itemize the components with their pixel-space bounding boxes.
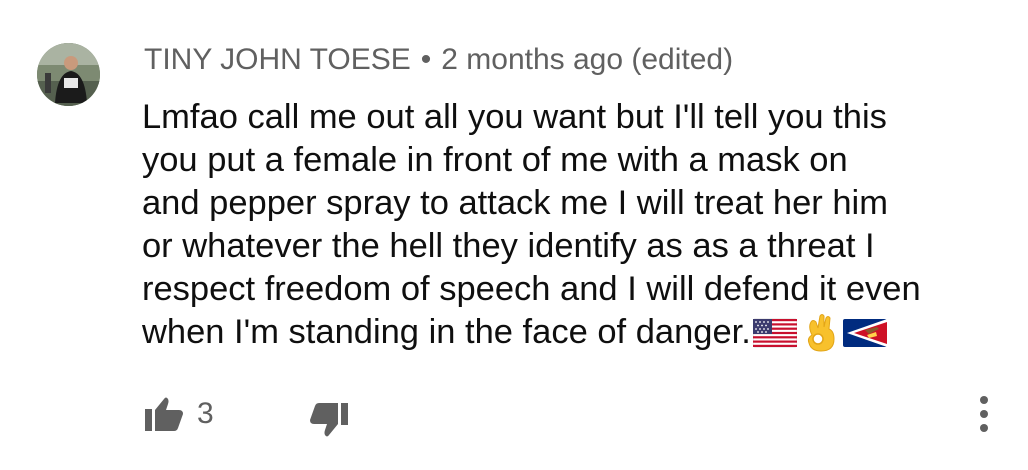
meta-separator: •: [420, 43, 432, 76]
ok-hand-emoji: [807, 314, 835, 352]
avatar-photo: [37, 43, 100, 106]
us-flag-emoji: [752, 318, 797, 348]
author-name[interactable]: TINY JOHN TOESE: [144, 43, 411, 76]
like-button[interactable]: [143, 392, 185, 434]
comment-body: Lmfao call me out all you want but I'll …: [142, 96, 1002, 354]
comment-line: when I'm standing in the face of danger.: [142, 313, 751, 351]
comment-timestamp[interactable]: 2 months ago (edited): [441, 43, 733, 76]
comment-line: you put a female in front of me with a m…: [142, 141, 848, 179]
thumbs-down-icon: [310, 403, 348, 437]
comment-line: respect freedom of speech and I will def…: [142, 270, 921, 308]
more-options-button[interactable]: [972, 392, 996, 438]
like-count: 3: [197, 397, 214, 430]
dislike-button[interactable]: [308, 400, 350, 442]
thumbs-up-icon: [145, 397, 183, 431]
emoji-group: [752, 313, 893, 353]
avatar[interactable]: [37, 43, 100, 106]
american-samoa-flag-emoji: [842, 319, 887, 347]
comment-last-line: when I'm standing in the face of danger.: [142, 311, 1002, 354]
comment-line: Lmfao call me out all you want but I'll …: [142, 98, 887, 136]
comment-actions: 3: [0, 392, 1028, 438]
comment-header: TINY JOHN TOESE • 2 months ago (edited): [144, 42, 733, 78]
comment-line: and pepper spray to attack me I will tre…: [142, 184, 888, 222]
more-vertical-icon: [980, 396, 988, 432]
comment-line: or whatever the hell they identify as as…: [142, 227, 875, 265]
